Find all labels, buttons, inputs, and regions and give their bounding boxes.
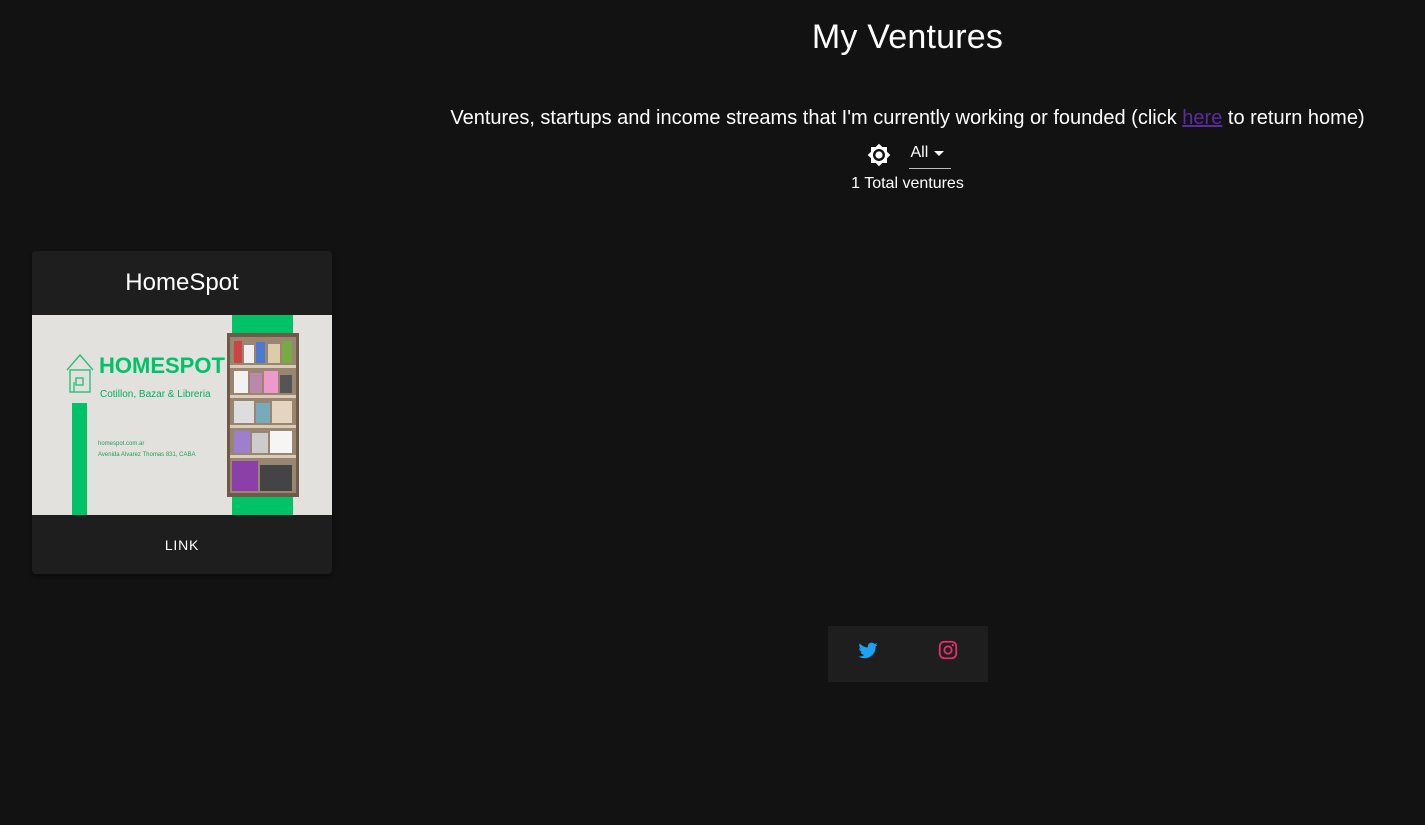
banner-website: homespot.com.ar [98,441,144,447]
filter-controls: All [390,140,1425,169]
venture-card-title: HomeSpot [125,269,239,296]
venture-card: HomeSpot HOMESPOT Cotillon, Bazar & Libr… [32,251,332,574]
theme-toggle-button[interactable] [865,141,893,169]
venture-link-button[interactable]: LINK [153,529,211,561]
return-home-link[interactable]: here [1182,107,1222,129]
brightness-icon [867,143,890,166]
banner-address: Avenida Alvarez Thomas 831, CABA [98,452,196,458]
banner-tagline: Cotillon, Bazar & Libreria [100,389,211,400]
subtitle-text-before: Ventures, startups and income streams th… [450,107,1183,129]
page-subtitle: Ventures, startups and income streams th… [390,107,1425,130]
chevron-down-icon [934,150,945,156]
homespot-banner: HOMESPOT Cotillon, Bazar & Libreria home… [32,315,332,515]
instagram-icon [938,640,958,660]
shelf-photo [227,333,299,497]
subtitle-text-after: to return home) [1222,107,1365,129]
page-title: My Ventures [811,18,1004,56]
venture-card-actions: LINK [32,515,332,574]
total-ventures-count: 1 Total ventures [851,175,964,192]
category-select[interactable]: All [908,140,951,169]
banner-brand: HOMESPOT [99,353,225,378]
social-links [828,626,988,682]
twitter-icon [858,642,878,659]
instagram-button[interactable] [934,636,962,664]
twitter-button[interactable] [854,636,882,664]
page: My Ventures Ventures, startups and incom… [0,0,1425,825]
category-select-value: All [910,144,929,161]
venture-card-image: HOMESPOT Cotillon, Bazar & Libreria home… [32,315,332,515]
